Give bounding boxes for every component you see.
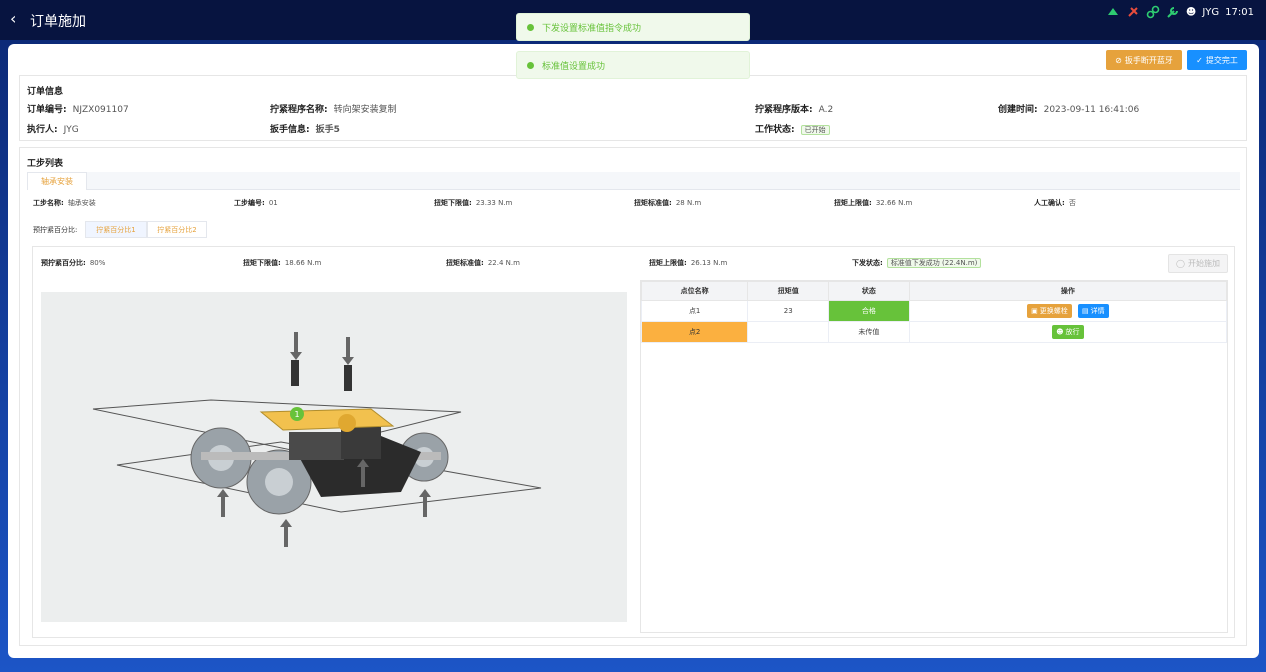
send-status: 下发状态: 标准值下发成功 (22.4N.m) [852,258,982,268]
torque-lower-limit: 扭矩下限值: 23.33 N.m [434,199,513,207]
play-icon: ◯ [1176,259,1185,268]
check-icon: ✓ [1196,55,1203,65]
table-row[interactable]: 点2 未传值 ☻ 放行 [640,321,1228,343]
order-number: 订单编号: NJZX091107 [27,105,129,115]
success-dot-icon [527,23,534,31]
status-cell: 合格 [828,300,910,322]
clock-time: 17:01 [1225,6,1254,18]
wrench-info: 扳手信息: 扳手5 [270,125,340,135]
tab-pretight-1[interactable]: 拧紧百分比1 [85,221,147,238]
toast-notification: 下发设置标准值指令成功 [516,13,750,41]
tab-bearing-install[interactable]: 轴承安装 [27,172,87,190]
link-icon [1146,5,1160,19]
points-table-grid: 点位名称 扭矩值 状态 操作 点1 23 合格 ▣ 更换螺栓 ▤ 详情 点2 未传值 [640,281,1228,343]
pretight-percent: 预拧紧百分比: 80% [41,259,106,267]
bogie-illustration: 1 [92,332,542,547]
torque-cell: 23 [747,300,830,322]
page-title: 订单施加 [30,14,86,30]
replace-bolt-button[interactable]: ▣ 更换螺栓 [1027,304,1072,318]
plug-error-icon [1128,7,1138,17]
bolt-1 [291,360,299,386]
user-name: JYG [1202,6,1220,18]
top-status-area: ☻ JYG 17:01 [1106,5,1254,19]
user-icon: ☻ [1185,6,1197,18]
order-info-title: 订单信息 [27,87,64,97]
actions-cell: ☻ 放行 [908,321,1228,343]
person-icon: ☻ [1056,328,1064,336]
step-tabs: 轴承安装 [27,172,1240,190]
table-header-row: 点位名称 扭矩值 状态 操作 [640,281,1228,301]
send-status-badge: 标准值下发成功 (22.4N.m) [886,258,982,268]
col-status: 状态 [828,281,910,301]
wrench-icon [1167,7,1178,18]
col-actions: 操作 [908,281,1228,301]
points-table: 点位名称 扭矩值 状态 操作 点1 23 合格 ▣ 更换螺栓 ▤ 详情 点2 未传值 [640,280,1228,633]
point-name-cell: 点2 [640,321,749,343]
start-apply-button[interactable]: ◯ 开始施加 [1168,254,1228,273]
connection-status-icon [1107,8,1118,15]
toast-text: 下发设置标准值指令成功 [542,23,642,34]
trash-icon: ▣ [1031,307,1038,315]
actions-cell: ▣ 更换螺栓 ▤ 详情 [908,300,1228,322]
created-time: 创建时间: 2023-09-11 16:41:06 [998,105,1140,115]
status-badge: 已开始 [800,125,830,135]
step-number: 工步编号: 01 [234,199,278,207]
point-name-cell: 点1 [640,300,749,322]
submit-complete-button[interactable]: ✓ 提交完工 [1187,50,1247,70]
chevron-left-icon[interactable]: ‹ [10,9,16,28]
toast-text: 标准值设置成功 [542,61,606,72]
manual-confirm: 人工确认: 否 [1034,199,1076,207]
torque-cell [747,321,830,343]
details-button[interactable]: ▤ 详情 [1077,304,1109,318]
unlink-icon: ⊘ [1115,55,1122,65]
tab-pretight-2[interactable]: 拧紧百分比2 [147,221,207,238]
success-dot-icon [527,61,534,69]
pretight-standard: 扭矩标准值: 22.4 N.m [446,259,520,267]
bogie-diagram: 1 [41,292,627,622]
executor: 执行人: JYG [27,125,79,135]
table-row[interactable]: 点1 23 合格 ▣ 更换螺栓 ▤ 详情 [640,300,1228,322]
col-point-name: 点位名称 [640,281,749,301]
pretight-upper-limit: 扭矩上限值: 26.13 N.m [649,259,728,267]
bolt-2 [344,365,352,391]
wrench-link[interactable]: 扳手5 [316,125,340,135]
col-torque: 扭矩值 [747,281,830,301]
program-version: 拧紧程序版本: A.2 [755,105,834,115]
pretight-percent-label: 预拧紧百分比: [33,226,78,234]
step-list-title: 工步列表 [27,159,64,169]
pretight-lower-limit: 扭矩下限值: 18.66 N.m [243,259,322,267]
work-status: 工作状态: 已开始 [755,122,830,135]
disconnect-bluetooth-button[interactable]: ⊘ 扳手断开蓝牙 [1106,50,1182,70]
torque-standard: 扭矩标准值: 28 N.m [634,199,702,207]
program-name: 拧紧程序名称: 转向架安装复制 [270,105,397,115]
torque-upper-limit: 扭矩上限值: 32.66 N.m [834,199,913,207]
status-cell: 未传值 [828,321,910,343]
document-icon: ▤ [1081,307,1089,315]
release-button[interactable]: ☻ 放行 [1052,325,1084,339]
toast-notification: 标准值设置成功 [516,51,750,79]
point-marker-label: 1 [294,410,299,419]
step-name: 工步名称: 轴承安装 [33,199,96,207]
